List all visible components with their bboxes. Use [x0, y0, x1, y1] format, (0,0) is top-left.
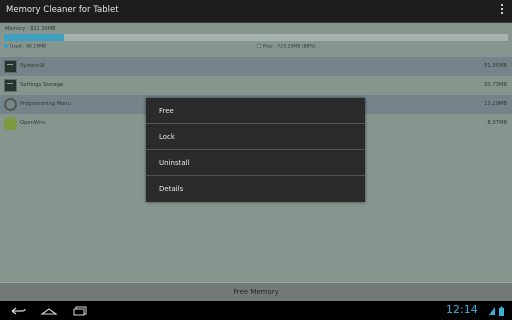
- app-size: 13.29MB: [484, 101, 507, 107]
- app-title: Memory Cleaner for Tablet: [6, 5, 119, 15]
- recent-apps-icon[interactable]: [72, 306, 90, 316]
- app-name: Settings Storage: [20, 82, 64, 88]
- app-size: 51.35MB: [484, 63, 507, 69]
- free-legend: Free : 723.23MB (88%): [257, 44, 316, 50]
- app-name: OpenWnn: [20, 120, 46, 126]
- used-legend: Used : 98.19MB: [4, 44, 46, 50]
- android-icon: [4, 117, 17, 130]
- free-memory-label: Free Memory: [233, 288, 279, 296]
- app-window: Memory Cleaner for Tablet Memory : 821.3…: [0, 0, 512, 320]
- menu-item-uninstall[interactable]: Uninstall: [146, 150, 365, 176]
- free-memory-button[interactable]: Free Memory: [0, 282, 512, 302]
- menu-item-label: Details: [159, 185, 184, 193]
- overflow-menu-icon[interactable]: [500, 4, 504, 17]
- terminal-icon: [4, 60, 17, 73]
- menu-item-label: Uninstall: [159, 159, 190, 167]
- gear-icon: [4, 98, 17, 111]
- system-nav-bar: 12:14: [0, 301, 512, 320]
- app-row-systemui[interactable]: SystemUI 51.35MB: [0, 57, 512, 76]
- menu-item-details[interactable]: Details: [146, 176, 365, 202]
- used-label: Used : 98.19MB: [10, 44, 47, 50]
- menu-item-label: Lock: [159, 133, 175, 141]
- home-icon[interactable]: [40, 306, 58, 316]
- context-menu: Free Lock Uninstall Details: [146, 98, 365, 202]
- wifi-battery-icon: [489, 306, 504, 316]
- free-swatch: [257, 44, 261, 48]
- app-size: 20.73MB: [484, 82, 507, 88]
- memory-usage-bar: [4, 34, 508, 41]
- used-swatch: [4, 44, 8, 48]
- app-size: 8.37MB: [487, 120, 507, 126]
- memory-used-fill: [4, 34, 65, 41]
- app-row-settings-storage[interactable]: Settings Storage 20.73MB: [0, 76, 512, 95]
- menu-item-free[interactable]: Free: [146, 98, 365, 124]
- app-name: Programming Menu: [20, 101, 71, 107]
- menu-item-label: Free: [159, 107, 174, 115]
- terminal-icon: [4, 79, 17, 92]
- clock: 12:14: [446, 303, 478, 316]
- menu-item-lock[interactable]: Lock: [146, 124, 365, 150]
- app-name: SystemUI: [20, 63, 45, 69]
- memory-total-label: Memory : 821.30MB: [5, 26, 56, 32]
- free-label: Free : 723.23MB (88%): [263, 44, 316, 50]
- back-icon[interactable]: [9, 306, 27, 316]
- title-bar: Memory Cleaner for Tablet: [0, 0, 512, 23]
